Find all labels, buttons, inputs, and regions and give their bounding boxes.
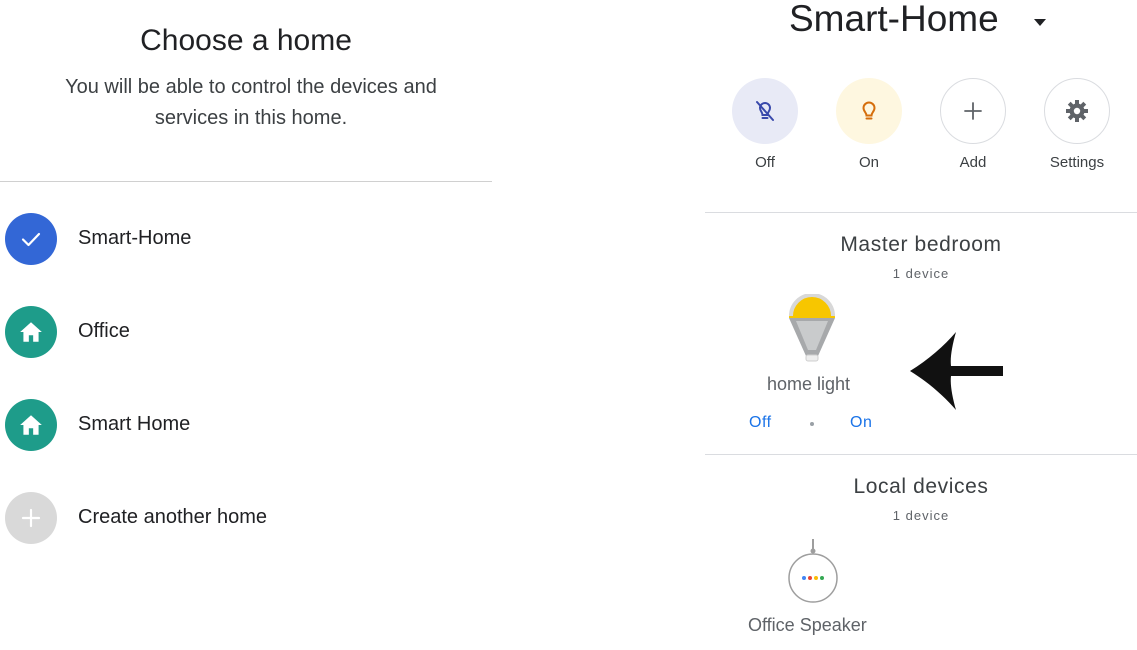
chooser-divider <box>0 181 492 182</box>
gear-icon <box>1044 78 1110 144</box>
create-home-button[interactable]: Create another home <box>5 492 485 546</box>
home-option-label: Smart Home <box>78 413 191 435</box>
device-home-light[interactable]: home light <box>755 294 865 404</box>
home-option-label: Office <box>78 320 130 342</box>
home-view-panel: Smart-Home Off On Add Settings Master be… <box>705 0 1137 650</box>
settings-button[interactable]: Settings <box>1043 78 1111 171</box>
check-icon <box>5 213 57 265</box>
home-icon <box>5 399 57 451</box>
all-lights-on-button[interactable]: On <box>835 78 903 171</box>
home-option-smart-home-2[interactable]: Smart Home <box>5 399 485 453</box>
device-label: home light <box>767 374 851 394</box>
lightbulb-icon <box>836 78 902 144</box>
smart-speaker-icon <box>788 539 838 603</box>
light-off-icon <box>732 78 798 144</box>
separator-dot <box>810 422 814 426</box>
device-on-button[interactable]: On <box>850 414 872 432</box>
all-lights-off-button[interactable]: Off <box>731 78 799 171</box>
section-divider <box>705 212 1137 213</box>
device-office-speaker[interactable]: Office Speaker <box>745 536 885 646</box>
home-option-office[interactable]: Office <box>5 306 485 360</box>
plus-icon <box>940 78 1006 144</box>
device-label: Office Speaker <box>748 615 867 635</box>
home-title[interactable]: Smart-Home <box>789 0 999 40</box>
quick-action-label: Add <box>959 154 987 171</box>
chevron-down-icon[interactable] <box>1032 16 1048 28</box>
chooser-subtitle: You will be able to control the devices … <box>65 76 437 129</box>
device-off-button[interactable]: Off <box>749 414 772 432</box>
plus-icon <box>5 492 57 544</box>
quick-action-label: Off <box>755 154 775 171</box>
quick-action-label: Settings <box>1049 154 1105 171</box>
arrow-left-icon <box>910 332 1003 410</box>
home-option-smart-home[interactable]: Smart-Home <box>5 213 485 267</box>
room-device-count: 1 device <box>892 266 950 281</box>
room-title: Master bedroom <box>840 233 1002 256</box>
room-title: Local devices <box>853 475 989 498</box>
add-button[interactable]: Add <box>939 78 1007 171</box>
quick-action-label: On <box>858 154 879 171</box>
smart-bulb-icon <box>789 294 835 362</box>
section-divider <box>705 454 1137 455</box>
home-chooser-panel: Choose a home You will be able to contro… <box>0 0 492 650</box>
home-icon <box>5 306 57 358</box>
room-device-count: 1 device <box>892 508 950 523</box>
home-option-label: Create another home <box>78 506 268 528</box>
chooser-title: Choose a home <box>140 24 352 57</box>
home-option-label: Smart-Home <box>78 227 192 249</box>
